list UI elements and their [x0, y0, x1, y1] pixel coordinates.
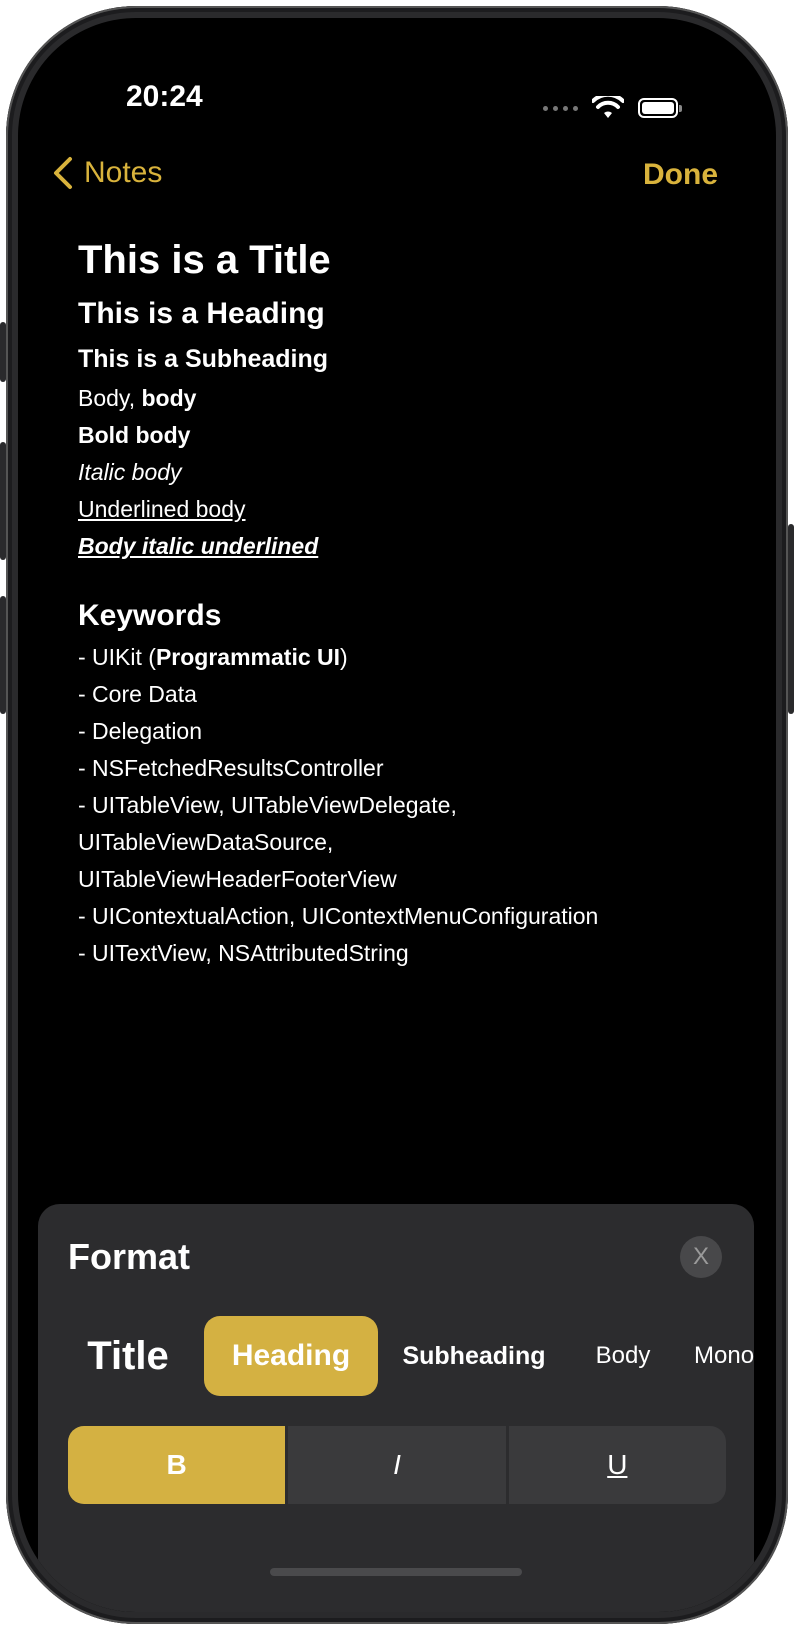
note-title: This is a Title	[78, 238, 331, 282]
style-option-title[interactable]: Title	[68, 1316, 188, 1396]
status-icons	[543, 96, 682, 120]
note-heading: This is a Heading	[78, 297, 325, 330]
format-toggle-bar: B I U	[68, 1426, 726, 1504]
italic-underlined-line: Body italic underlined	[78, 533, 319, 559]
status-time: 20:24	[126, 80, 203, 113]
keyword-item: UITableViewHeaderFooterView	[78, 866, 397, 892]
keyword-item: - Delegation	[78, 718, 203, 744]
bold-body-line: Bold body	[78, 422, 191, 448]
italic-body-line: Italic body	[78, 459, 182, 485]
style-option-subheading[interactable]: Subheading	[388, 1316, 560, 1396]
keyword-item: - NSFetchedResultsController	[78, 755, 384, 781]
note-text-view[interactable]: This is a Title This is a Heading This i…	[78, 218, 728, 972]
screen: 20:24 Notes Done This is a Title This is…	[18, 18, 776, 1612]
keyword-text: )	[340, 644, 348, 670]
style-option-heading[interactable]: Heading	[204, 1316, 378, 1396]
keyword-item: - UIContextualAction, UIContextMenuConfi…	[78, 903, 599, 929]
underlined-body-line: Underlined body	[78, 496, 246, 522]
done-button[interactable]: Done	[643, 158, 718, 192]
format-panel: Format X Title Heading Subheading Body M…	[38, 1204, 754, 1612]
power-button	[788, 524, 794, 714]
note-subheading: This is a Subheading	[78, 345, 329, 373]
keyword-item: - UITableView, UITableViewDelegate,	[78, 792, 457, 818]
keyword-text: - UIKit (	[78, 644, 156, 670]
italic-label: I	[393, 1449, 401, 1480]
close-icon: X	[692, 1243, 709, 1270]
keyword-bold-text: Programmatic UI	[155, 644, 341, 670]
keyword-item: - Core Data	[78, 681, 197, 707]
style-picker[interactable]: Title Heading Subheading Body Mono	[68, 1316, 754, 1396]
italic-button[interactable]: I	[288, 1426, 505, 1504]
chevron-left-icon	[54, 157, 72, 189]
style-option-mono[interactable]: Mono	[694, 1316, 754, 1396]
body-line: Body, body	[78, 380, 728, 417]
underline-label: U	[607, 1449, 628, 1480]
format-panel-title: Format	[68, 1236, 191, 1277]
bold-label: B	[166, 1449, 187, 1480]
style-option-body[interactable]: Body	[573, 1316, 673, 1396]
signal-icon	[543, 105, 578, 111]
wifi-icon	[592, 96, 624, 118]
keyword-item: - UIKit (Programmatic UI)	[78, 639, 728, 676]
back-button[interactable]: Notes	[52, 156, 162, 190]
home-indicator[interactable]	[270, 1568, 522, 1576]
bold-button[interactable]: B	[68, 1426, 286, 1504]
keywords-heading: Keywords	[78, 599, 222, 632]
battery-icon	[638, 98, 682, 118]
close-button[interactable]: X	[680, 1236, 722, 1278]
underline-button[interactable]: U	[509, 1426, 726, 1504]
body-bold-text: body	[141, 385, 197, 411]
keyword-item: - UITextView, NSAttributedString	[78, 940, 409, 966]
body-plain-text: Body,	[78, 385, 136, 411]
keyword-item: UITableViewDataSource,	[78, 829, 334, 855]
back-label: Notes	[84, 156, 163, 189]
